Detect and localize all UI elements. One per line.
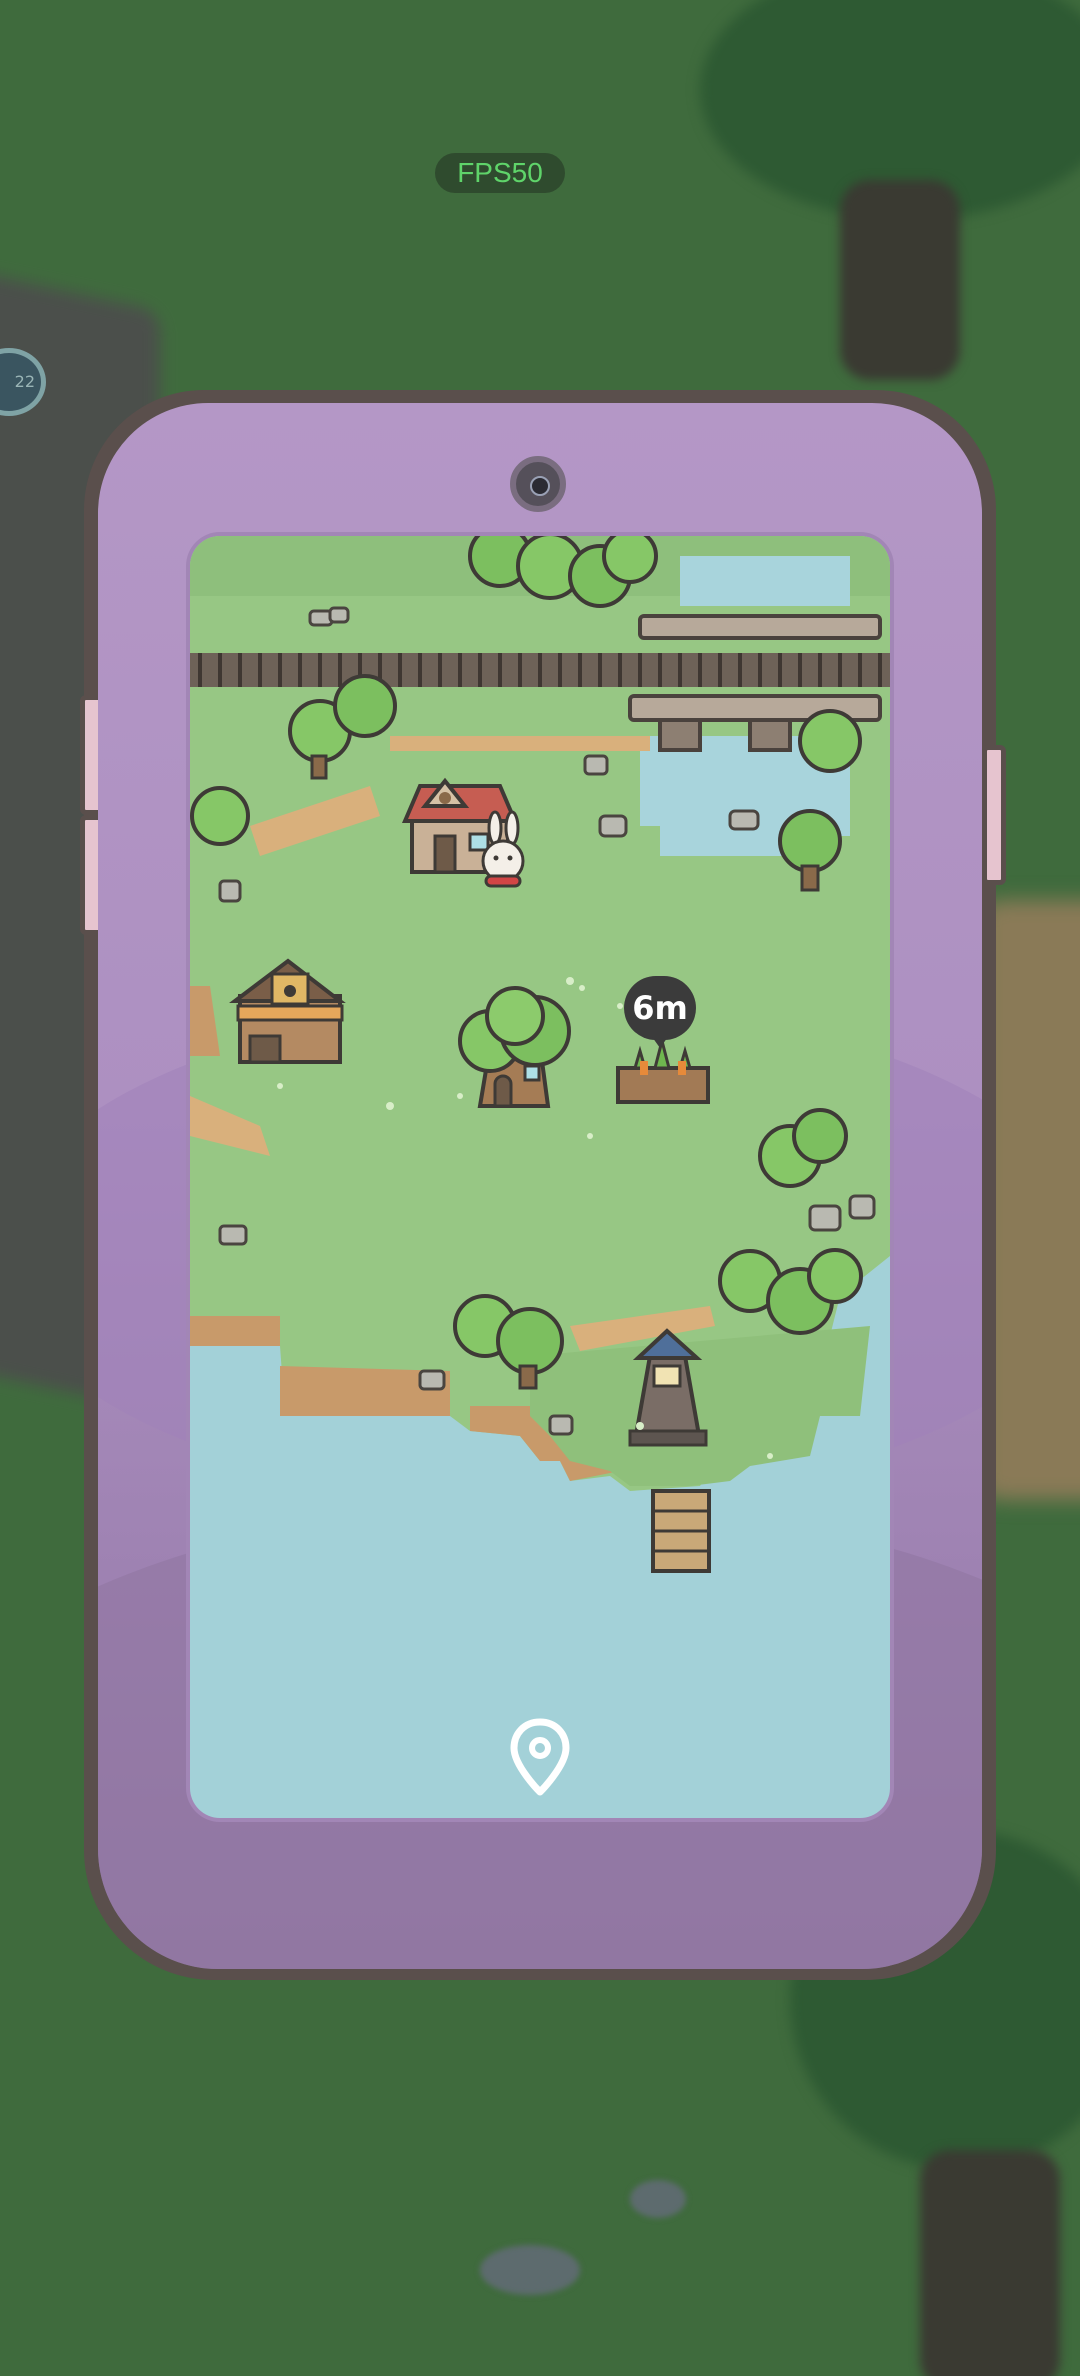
distance-marker: 6m	[624, 976, 696, 1048]
island-map	[190, 536, 890, 1573]
dirt-path	[390, 736, 650, 751]
background-trunk-top-right	[840, 180, 960, 380]
location-pin-icon[interactable]	[508, 1718, 572, 1798]
phone-map-screen[interactable]: 6m	[190, 536, 890, 1818]
phone-side-button-right	[982, 745, 1006, 885]
cliff-edge	[190, 1316, 280, 1346]
background-trunk-bottom-right	[920, 2150, 1060, 2376]
river	[680, 556, 850, 606]
camera-icon	[510, 456, 566, 512]
fps-counter: FPS50	[435, 153, 565, 193]
wooden-pier-icon	[651, 1489, 711, 1573]
railway-ties	[198, 653, 882, 687]
background-rock	[480, 2245, 580, 2295]
background-rock	[630, 2180, 686, 2218]
